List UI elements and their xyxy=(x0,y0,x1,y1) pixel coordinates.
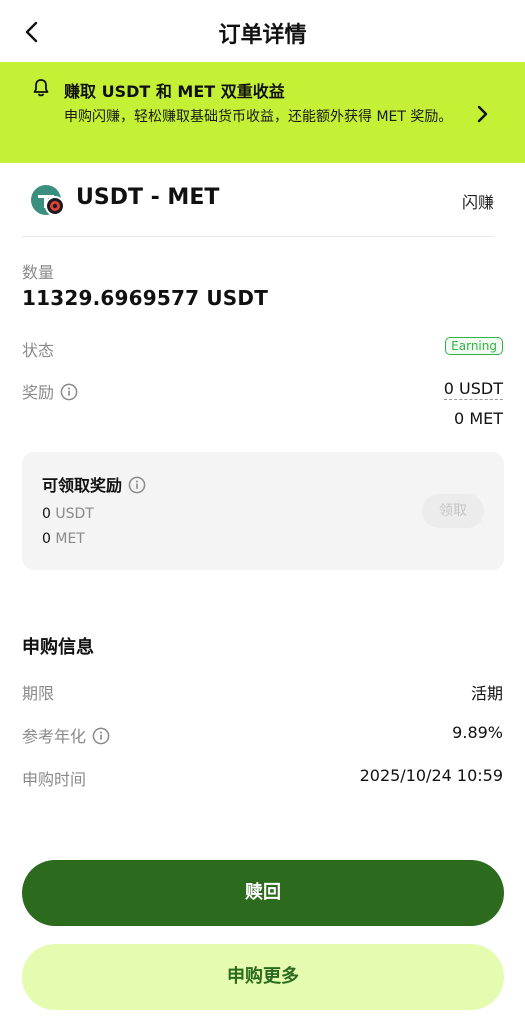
subscribe-more-button[interactable]: 申购更多 xyxy=(22,944,504,1010)
claimable-usdt: 0 USDT xyxy=(42,506,94,522)
claimable-met: 0 MET xyxy=(42,531,85,547)
info-icon[interactable] xyxy=(128,476,146,494)
banner-title: 赚取 USDT 和 MET 双重收益 xyxy=(64,82,285,101)
redeem-button[interactable]: 赎回 xyxy=(22,860,504,926)
claimable-reward-card: 可领取奖励 0 USDT 0 MET 领取 xyxy=(22,452,504,570)
claimable-title: 可领取奖励 xyxy=(42,476,123,495)
reward-usdt-value[interactable]: 0 USDT xyxy=(443,379,503,400)
apr-value: 9.89% xyxy=(452,723,503,742)
banner-description: 申购闪赚，轻松赚取基础货币收益，还能额外获得 MET 奖励。 xyxy=(64,109,453,125)
reward-met-value: 0 MET xyxy=(454,409,503,428)
term-value: 活期 xyxy=(470,684,503,703)
apr-label-row: 参考年化 xyxy=(22,723,110,747)
subscribe-time-label: 申购时间 xyxy=(22,770,87,789)
reward-label-row: 奖励 xyxy=(22,379,78,403)
claimable-met-amount: 0 xyxy=(42,531,51,547)
chevron-right-icon[interactable] xyxy=(474,104,490,124)
usdt-met-token-icon xyxy=(30,183,66,219)
reward-label: 奖励 xyxy=(22,383,55,402)
amount-value: 11329.6969577 USDT xyxy=(22,286,269,310)
term-label: 期限 xyxy=(22,684,55,703)
info-icon[interactable] xyxy=(60,383,78,401)
claimable-usdt-amount: 0 xyxy=(42,506,51,522)
amount-label: 数量 xyxy=(22,263,55,282)
product-type-tag: 闪赚 xyxy=(461,193,494,212)
top-bar: 订单详情 xyxy=(0,0,525,62)
claim-button[interactable]: 领取 xyxy=(422,494,484,528)
product-pair-name: USDT - MET xyxy=(76,185,220,210)
status-label: 状态 xyxy=(22,341,55,360)
info-icon[interactable] xyxy=(92,727,110,745)
divider xyxy=(22,236,494,237)
claimable-title-row: 可领取奖励 xyxy=(42,472,146,496)
claimable-usdt-unit: USDT xyxy=(55,506,94,522)
claimable-met-unit: MET xyxy=(55,531,85,547)
subscription-section-title: 申购信息 xyxy=(22,637,94,658)
apr-label: 参考年化 xyxy=(22,727,87,746)
status-badge: Earning xyxy=(445,337,503,355)
subscribe-time-value: 2025/10/24 10:59 xyxy=(359,766,503,785)
bell-icon xyxy=(32,78,50,98)
page-title: 订单详情 xyxy=(218,23,307,48)
